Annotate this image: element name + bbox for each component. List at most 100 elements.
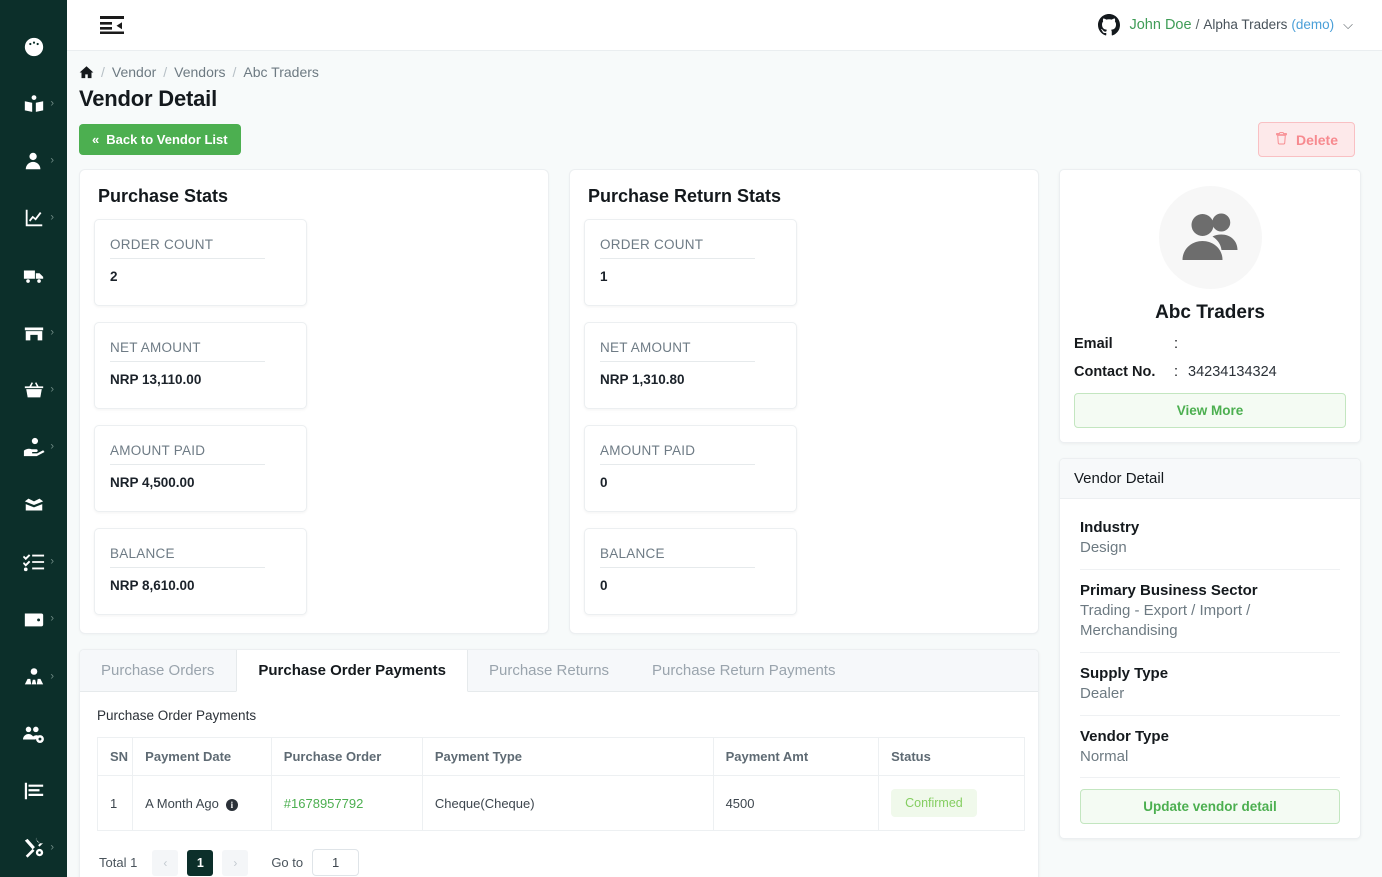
vendor-detail-card: Vendor Detail Industry Design Primary Bu… [1059,458,1361,840]
breadcrumb-item-current[interactable]: Abc Traders [243,64,318,80]
sidebar-item-settings[interactable]: › [0,820,67,877]
top-bar: John Doe / Alpha Traders (demo) ⌵ [67,0,1382,51]
stat-card-net-amount: NET AMOUNT NRP 13,110.00 [94,322,307,409]
stat-value: NRP 4,500.00 [110,475,195,490]
column-header-payment-type: Payment Type [421,737,714,776]
account-menu[interactable]: John Doe / Alpha Traders (demo) ⌵ [1098,14,1353,36]
bar-report-icon [23,780,45,802]
pagination-prev-button[interactable]: ‹ [152,849,179,876]
main-column: Purchase Stats ORDER COUNT 2 NET AMOUNT … [79,169,1039,877]
stat-value: 1 [600,269,608,284]
sidebar-item-inventory[interactable] [0,476,67,533]
breadcrumb-item-vendors[interactable]: Vendors [174,64,225,80]
sidebar-item-team[interactable] [0,705,67,762]
users-avatar-icon [1180,205,1240,270]
stat-label: AMOUNT PAID [600,443,755,465]
stat-label: NET AMOUNT [110,340,265,362]
sidebar-item-dashboard[interactable] [0,18,67,75]
trash-icon [1275,131,1288,148]
cell-sn: 1 [96,775,134,831]
column-header-sn: SN [96,737,134,776]
github-icon [1098,14,1121,36]
goto-page-input[interactable] [312,849,360,876]
stat-card-balance: BALANCE NRP 8,610.00 [94,528,307,615]
user-name: John Doe [1129,17,1192,33]
purchase-return-stats-panel: Purchase Return Stats ORDER COUNT 1 NET … [569,169,1039,634]
stat-value: NRP 13,110.00 [110,372,202,387]
table-header-row: SN Payment Date Purchase Order Payment T… [96,737,1025,776]
chevron-right-icon: › [50,555,54,568]
sidebar-item-analytics[interactable] [0,762,67,819]
detail-field-vendor-type: Vendor Type Normal [1080,716,1340,779]
breadcrumb: / Vendor / Vendors / Abc Traders [79,64,1361,80]
menu-fold-icon[interactable] [100,15,126,35]
sidebar-item-tasks[interactable]: › [0,533,67,590]
stat-value: 2 [110,269,118,284]
sidebar-item-payments[interactable]: › [0,419,67,476]
detail-key: Vendor Type [1080,727,1169,745]
pagination-next-button[interactable]: › [222,849,249,876]
tab-purchase-order-payments[interactable]: Purchase Order Payments [236,650,468,692]
main-pane: John Doe / Alpha Traders (demo) ⌵ / Vend… [67,0,1382,877]
cell-payment-amt: 4500 [712,775,880,831]
purchase-order-link[interactable]: #1678957792 [284,796,364,811]
column-header-purchase-order: Purchase Order [270,737,423,776]
tabs-card: Purchase Orders Purchase Order Payments … [79,649,1039,877]
table-row[interactable]: 1 A Month Ago i #1678957792 Cheque(Cheque… [96,775,1025,831]
sidebar-item-store[interactable]: › [0,304,67,361]
return-stat-card-balance: BALANCE 0 [584,528,797,615]
vendor-detail-card-body: Industry Design Primary Business Sector … [1060,499,1360,838]
tab-purchase-return-payments[interactable]: Purchase Return Payments [631,650,857,692]
truck-icon [23,265,45,287]
chevron-down-icon[interactable]: ⌵ [1343,17,1353,33]
chevron-right-icon: › [50,154,54,167]
stat-label: ORDER COUNT [600,237,755,259]
breadcrumb-separator: / [163,64,168,80]
tab-purchase-returns[interactable]: Purchase Returns [468,650,631,692]
sidebar-item-sales[interactable]: › [0,362,67,419]
chevron-right-icon: › [50,383,54,396]
storefront-icon [23,322,45,344]
colon: : [1174,364,1179,380]
tab-purchase-orders[interactable]: Purchase Orders [80,650,236,692]
chevron-right-icon: › [50,211,54,224]
line-chart-icon [23,207,45,229]
vendor-profile-card: Abc Traders Email : Contact No. : 342341… [1059,169,1361,443]
stat-label: ORDER COUNT [110,237,265,259]
sidebar-item-delivery[interactable] [0,247,67,304]
purchase-return-stats-title: Purchase Return Stats [588,186,782,206]
gauge-icon [23,36,45,58]
view-more-button[interactable]: View More [1074,393,1346,428]
sidebar-item-customer[interactable]: › [0,133,67,190]
sidebar-item-catalog[interactable]: › [0,75,67,132]
chevron-right-icon: › [50,612,54,625]
sidebar-item-reports[interactable]: › [0,190,67,247]
vendor-contact-value: 34234134324 [1188,364,1277,380]
sidebar-item-wallet[interactable]: › [0,591,67,648]
status-badge: Confirmed [891,789,977,817]
back-to-vendor-list-button[interactable]: « Back to Vendor List [79,124,241,155]
sidebar-item-vendor[interactable]: › [0,648,67,705]
pagination-page-1[interactable]: 1 [187,849,214,876]
delete-button[interactable]: Delete [1257,122,1355,157]
update-vendor-detail-button[interactable]: Update vendor detail [1080,789,1340,825]
return-stat-card-order-count: ORDER COUNT 1 [584,219,797,306]
info-icon[interactable]: i [225,798,238,811]
chevron-right-icon: › [50,326,54,339]
tools-icon [23,837,45,859]
chevron-right-icon: › [50,670,54,683]
stat-label: AMOUNT PAID [110,443,265,465]
detail-key: Primary Business Sector [1080,581,1258,599]
stat-card-amount-paid: AMOUNT PAID NRP 4,500.00 [94,425,307,512]
home-icon[interactable] [79,65,94,80]
breadcrumb-item-vendor[interactable]: Vendor [112,64,156,80]
tab-panel: Purchase Order Payments SN Payment Date … [80,692,1038,877]
page-title: Vendor Detail [79,86,217,111]
pagination-total: Total 1 [99,855,138,870]
vendor-contact-row: Contact No. : 34234134324 [1074,364,1346,380]
detail-field-supply-type: Supply Type Dealer [1080,653,1340,716]
detail-value: Dealer [1080,685,1125,703]
checklist-icon [22,551,45,573]
detail-key: Supply Type [1080,665,1169,683]
column-header-status: Status [878,737,1025,776]
